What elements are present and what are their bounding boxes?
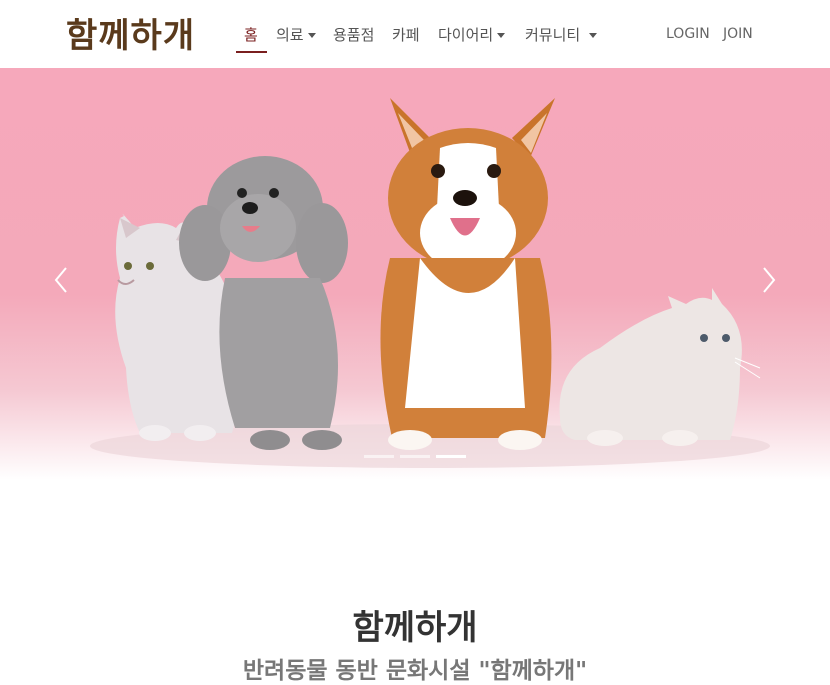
nav-item-shop[interactable]: 용품점	[333, 24, 374, 45]
carousel-next-button[interactable]	[753, 260, 783, 300]
navbar: 함께하개 홈 의료 용품점 카페 다이어리 커뮤니티 LOGIN JOIN	[0, 0, 830, 68]
active-tab-indicator	[236, 51, 267, 53]
hero-carousel	[0, 68, 830, 480]
join-link[interactable]: JOIN	[723, 26, 753, 42]
caret-down-icon	[497, 33, 506, 38]
carousel-prev-button[interactable]	[47, 260, 77, 300]
nav-item-label: 의료	[276, 26, 304, 44]
brand-logo[interactable]: 함께하개	[66, 8, 195, 57]
nav-item-home[interactable]: 홈	[244, 24, 258, 45]
carousel-indicator[interactable]	[400, 455, 430, 458]
nav-item-label: 용품점	[333, 26, 375, 44]
pets-photo	[90, 98, 770, 468]
nav-item-community[interactable]: 커뮤니티	[525, 24, 598, 45]
page-title: 함께하개	[352, 608, 478, 648]
nav-item-label: 홈	[244, 26, 258, 44]
right-cat-figure	[559, 288, 761, 446]
page-subtitle: 반려동물 동반 문화시설 "함께하개"	[242, 658, 588, 684]
nav-item-label: 커뮤니티	[525, 26, 581, 44]
nav-item-medical[interactable]: 의료	[276, 24, 316, 45]
nav-item-diary[interactable]: 다이어리	[438, 24, 506, 45]
carousel-indicator[interactable]	[364, 455, 394, 458]
carousel-indicator[interactable]	[436, 455, 466, 458]
nav-item-cafe[interactable]: 카페	[392, 24, 420, 45]
chevron-right-icon	[763, 267, 776, 293]
login-link[interactable]: LOGIN	[666, 26, 710, 42]
chevron-left-icon	[54, 267, 67, 293]
nav-item-label: 다이어리	[438, 26, 494, 44]
caret-down-icon	[589, 33, 598, 38]
caret-down-icon	[307, 33, 316, 38]
nav-item-label: 카페	[392, 26, 420, 44]
corgi-figure	[380, 98, 555, 450]
